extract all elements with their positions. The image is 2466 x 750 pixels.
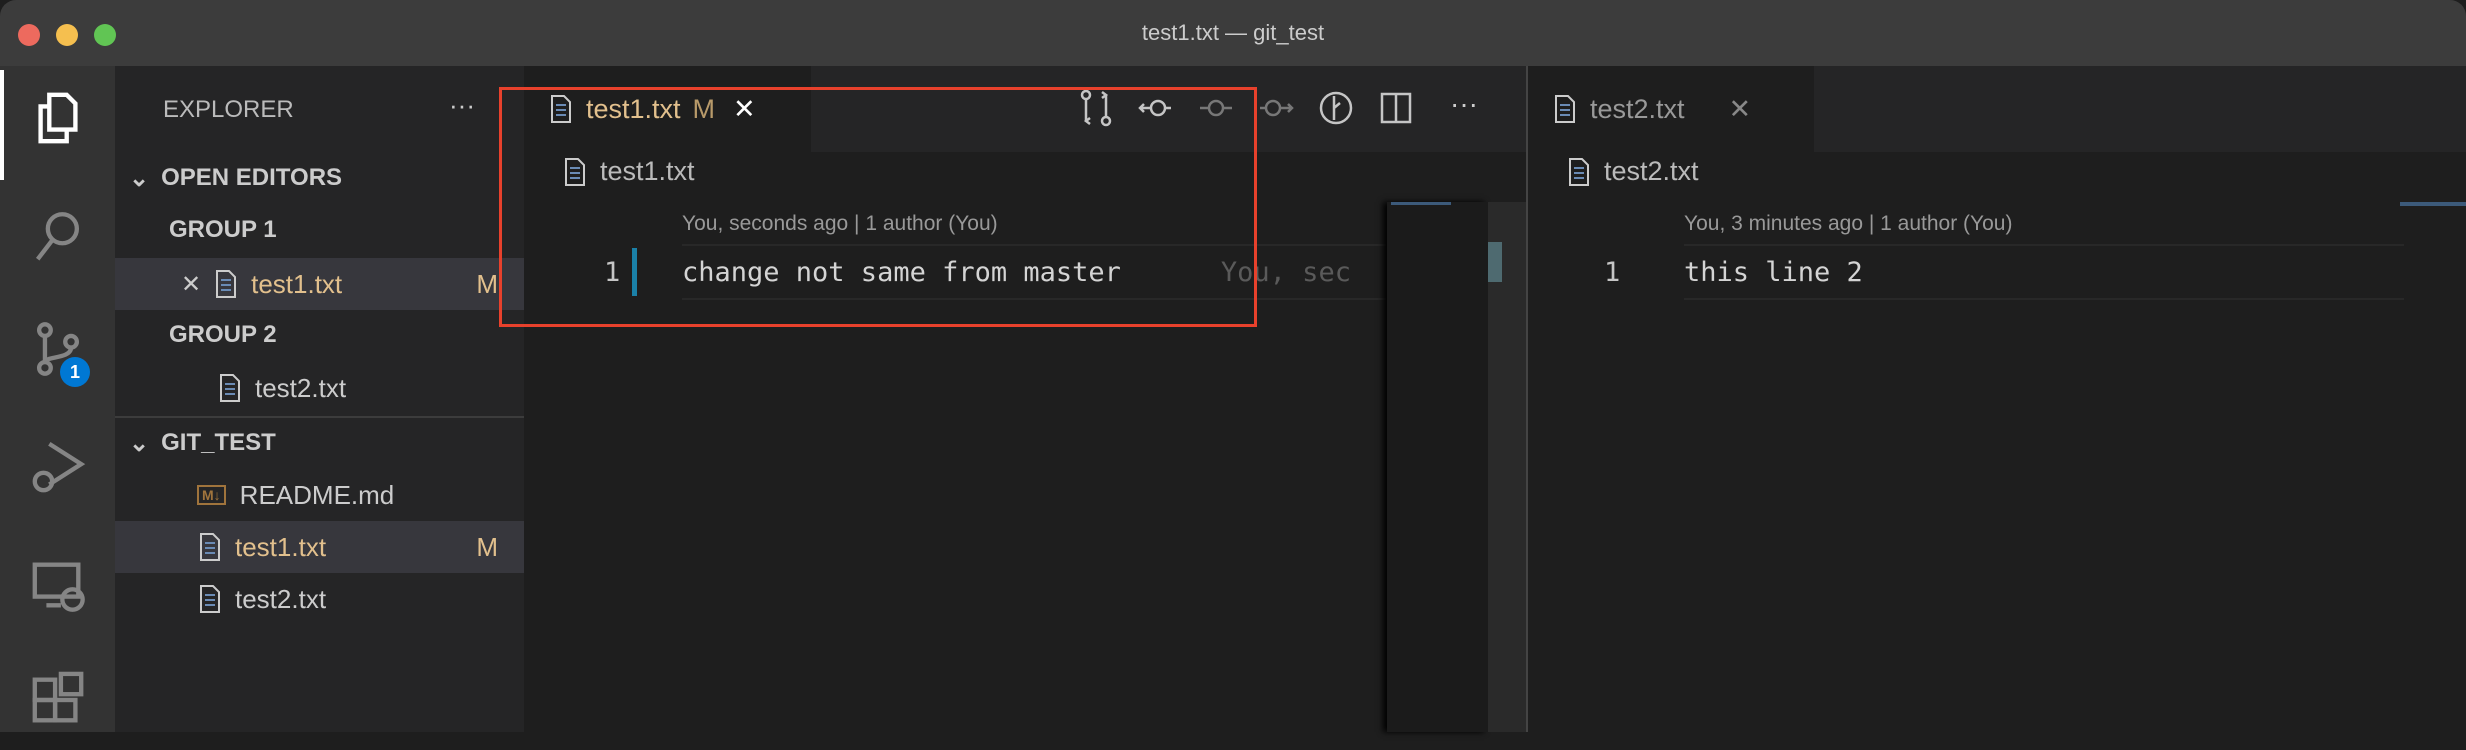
- remote-explorer-icon[interactable]: [0, 535, 115, 635]
- code-line[interactable]: this line 2: [1684, 244, 2404, 300]
- modified-badge: M: [476, 268, 498, 299]
- source-control-icon[interactable]: 1: [0, 299, 115, 399]
- file-name: test1.txt: [235, 531, 327, 562]
- close-icon[interactable]: ✕: [181, 270, 201, 299]
- minimap[interactable]: [2400, 202, 2466, 206]
- breadcrumb-item: test2.txt: [1604, 156, 1699, 186]
- tab-bar: test2.txt ✕: [1528, 66, 2466, 152]
- explorer-icon[interactable]: [0, 68, 115, 168]
- chevron-down-icon: ⌄: [129, 429, 150, 457]
- file-icon: [220, 374, 240, 402]
- more-actions-button[interactable]: ···: [1450, 88, 1478, 120]
- line-text: this line 2: [1684, 256, 1863, 288]
- file-icon: [200, 533, 220, 561]
- file-name: README.md: [239, 479, 395, 510]
- file-icon: [1569, 157, 1589, 186]
- tab-test2[interactable]: test2.txt ✕: [1528, 66, 1814, 152]
- open-editor-test2[interactable]: test2.txt: [115, 362, 524, 414]
- activity-bar: 1: [0, 66, 115, 732]
- close-tab-button[interactable]: ✕: [1729, 94, 1752, 125]
- explorer-sidebar: EXPLORER ··· ⌄ OPEN EDITORS GROUP 1 ✕ tes…: [115, 66, 524, 732]
- file-readme[interactable]: M↓ README.md: [115, 469, 524, 521]
- codelens-blame[interactable]: You, 3 minutes ago | 1 author (You): [1684, 212, 2012, 236]
- file-name: test2.txt: [235, 583, 327, 614]
- file-name: test2.txt: [255, 372, 347, 403]
- gitlens-icon[interactable]: [1316, 88, 1356, 133]
- tab-label: test2.txt: [1590, 93, 1685, 124]
- extensions-icon[interactable]: [0, 650, 115, 750]
- file-icon: [200, 585, 220, 613]
- breadcrumb[interactable]: test2.txt: [1568, 156, 1699, 187]
- file-test1[interactable]: test1.txt M: [115, 521, 524, 573]
- markdown-icon: M↓: [197, 485, 226, 505]
- section-label: GIT_TEST: [161, 429, 276, 456]
- scrollbar[interactable]: [1488, 202, 1526, 732]
- search-icon[interactable]: [0, 186, 115, 286]
- run-debug-icon[interactable]: [0, 417, 115, 517]
- file-test2[interactable]: test2.txt: [115, 573, 524, 625]
- highlight-box: [499, 87, 1257, 327]
- window-title: test1.txt — git_test: [1141, 20, 1325, 45]
- line-number: 1: [1604, 256, 1621, 288]
- group-1-label: GROUP 1: [169, 216, 277, 243]
- file-icon: [1555, 95, 1575, 123]
- modified-badge: M: [476, 531, 498, 562]
- open-editors-section[interactable]: ⌄ OPEN EDITORS: [115, 152, 524, 204]
- open-editor-test1[interactable]: ✕ test1.txt M: [115, 258, 524, 310]
- group-2-label: GROUP 2: [169, 321, 277, 348]
- next-revision-icon[interactable]: [1256, 88, 1296, 133]
- sidebar-title: EXPLORER: [163, 96, 294, 123]
- file-icon: [216, 270, 237, 298]
- more-actions-button[interactable]: ···: [449, 90, 475, 121]
- chevron-down-icon: ⌄: [129, 164, 150, 192]
- title-bar: test1.txt — git_test: [0, 0, 2466, 66]
- split-editor-icon[interactable]: [1376, 88, 1416, 133]
- editor-group-2: test2.txt ✕ test2.txt You, 3 minutes ago…: [1526, 66, 2466, 732]
- scm-badge: 1: [60, 357, 90, 387]
- git-test-folder-section[interactable]: ⌄ GIT_TEST: [115, 417, 524, 469]
- section-label: OPEN EDITORS: [161, 164, 343, 191]
- file-name: test1.txt: [251, 268, 343, 299]
- minimap[interactable]: [1387, 202, 1488, 732]
